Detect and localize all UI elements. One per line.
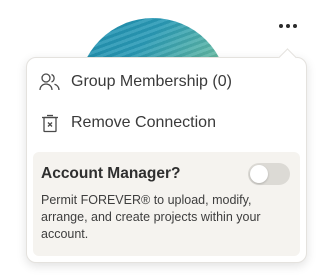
connection-card: Group Membership (0) Remove Connection A… <box>0 0 315 277</box>
trash-icon <box>39 112 61 134</box>
toggle-knob <box>250 165 268 183</box>
group-membership-label: Group Membership (0) <box>71 73 232 90</box>
remove-connection-item[interactable]: Remove Connection <box>39 108 216 138</box>
more-options-button[interactable] <box>274 16 302 36</box>
more-dot-icon <box>293 24 297 28</box>
account-manager-title: Account Manager? <box>41 165 181 182</box>
account-manager-description: Permit FOREVER® to upload, modify, arran… <box>41 193 261 241</box>
remove-connection-label: Remove Connection <box>71 114 216 131</box>
options-menu: Group Membership (0) Remove Connection A… <box>26 57 307 263</box>
account-manager-toggle[interactable] <box>248 163 290 185</box>
more-dot-icon <box>286 24 290 28</box>
people-icon <box>39 71 61 93</box>
account-manager-panel: Account Manager? Permit FOREVER® to uplo… <box>33 152 300 256</box>
group-membership-item[interactable]: Group Membership (0) <box>39 67 232 97</box>
more-dot-icon <box>279 24 283 28</box>
